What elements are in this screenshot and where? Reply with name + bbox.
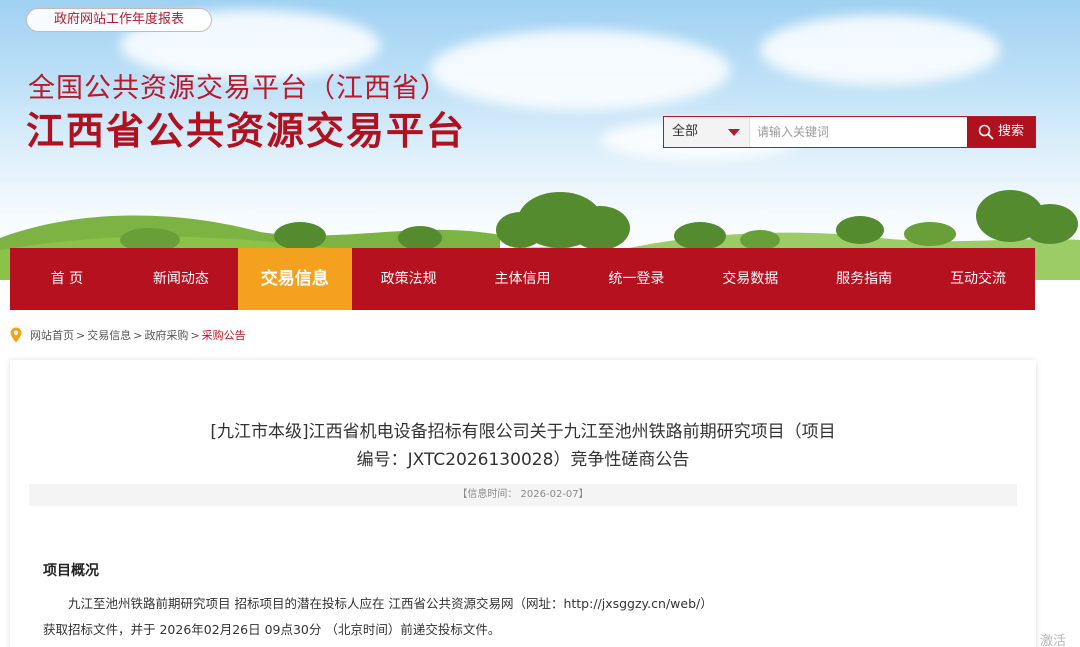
nav-item-home[interactable]: 首 页	[10, 248, 124, 310]
header-banner: 政府网站工作年度报表 全国公共资源交易平台（江西省） 江西省公共资源交易平台 全…	[0, 0, 1080, 280]
breadcrumb-separator: >	[190, 328, 200, 342]
magnifier-icon	[978, 124, 994, 140]
breadcrumb-separator: >	[76, 328, 86, 342]
search-scope-label: 全部	[672, 124, 699, 139]
nav-item-news[interactable]: 新闻动态	[124, 248, 238, 310]
breadcrumb-trade-info[interactable]: 交易信息	[87, 327, 131, 343]
breadcrumb-separator: >	[133, 328, 143, 342]
nav-item-credit[interactable]: 主体信用	[466, 248, 580, 310]
article-title-line2: 编号：JXTC2026130028）竞争性磋商公告	[356, 450, 690, 470]
nav-item-trade-info[interactable]: 交易信息	[237, 248, 352, 310]
overview-paragraph-2: 获取招标文件，并于 2026年02月26日 09点30分 （北京时间）前递交投标…	[43, 622, 501, 637]
annual-report-link[interactable]: 政府网站工作年度报表	[26, 8, 212, 32]
nav-item-interaction[interactable]: 互动交流	[921, 248, 1035, 310]
article-title: [九江市本级]江西省机电设备招标有限公司关于九江至池州铁路前期研究项目（项目 编…	[40, 418, 1006, 474]
map-pin-icon	[10, 327, 22, 343]
nav-item-data[interactable]: 交易数据	[693, 248, 807, 310]
breadcrumb-current[interactable]: 采购公告	[202, 327, 246, 343]
search-scope-select[interactable]: 全部	[664, 117, 750, 147]
breadcrumb-gov-procurement[interactable]: 政府采购	[144, 327, 188, 343]
caret-down-icon	[728, 129, 740, 136]
site-title-provincial: 江西省公共资源交易平台	[26, 108, 467, 153]
search-button-label: 搜索	[997, 124, 1024, 139]
overview-paragraph-1: 九江至池州铁路前期研究项目 招标项目的潜在投标人应在 江西省公共资源交易网（网址…	[68, 596, 713, 611]
cloud-decoration	[430, 30, 730, 110]
breadcrumb: 网站首页 > 交易信息 > 政府采购 > 采购公告	[10, 327, 246, 343]
breadcrumb-home[interactable]: 网站首页	[30, 327, 74, 343]
section-heading: 项目概况	[43, 563, 99, 579]
search-input[interactable]	[750, 117, 967, 147]
info-time-bar: 【信息时间： 2026-02-07】	[29, 484, 1017, 506]
search-box: 全部 搜索	[663, 116, 1036, 148]
nav-item-policy[interactable]: 政策法规	[352, 248, 466, 310]
article-title-line1: [九江市本级]江西省机电设备招标有限公司关于九江至池州铁路前期研究项目（项目	[210, 422, 836, 442]
article-card: [九江市本级]江西省机电设备招标有限公司关于九江至池州铁路前期研究项目（项目 编…	[10, 360, 1036, 647]
search-button[interactable]: 搜索	[967, 117, 1035, 147]
nav-item-login[interactable]: 统一登录	[579, 248, 693, 310]
activation-watermark: 激活 W	[1040, 634, 1067, 647]
main-nav: 首 页 新闻动态 交易信息 政策法规 主体信用 统一登录 交易数据 服务指南 互…	[10, 248, 1035, 310]
nav-item-guide[interactable]: 服务指南	[807, 248, 921, 310]
cloud-decoration	[760, 15, 1000, 85]
